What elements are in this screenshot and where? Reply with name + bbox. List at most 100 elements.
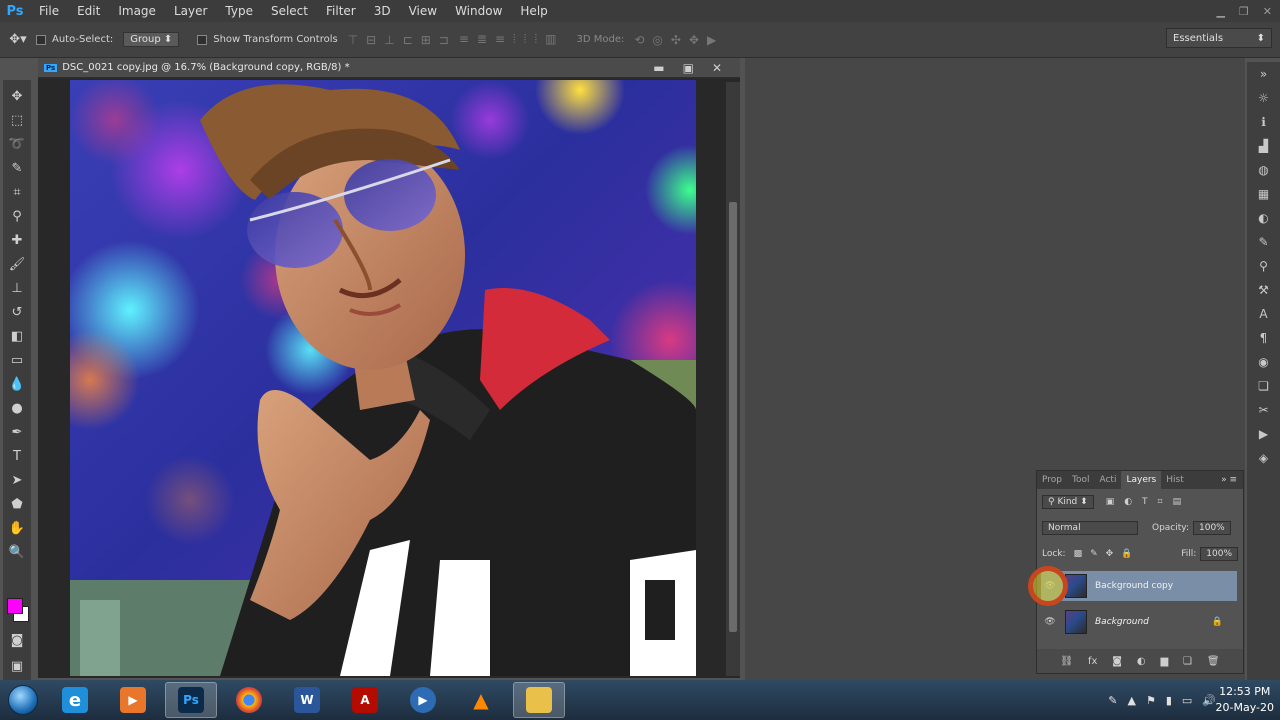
taskbar-internet-explorer[interactable]: e <box>49 682 101 718</box>
tab-tool-presets[interactable]: Tool <box>1067 471 1094 489</box>
taskbar-wmp[interactable]: ▶ <box>397 682 449 718</box>
taskbar-acrobat[interactable]: A <box>339 682 391 718</box>
marquee-tool-icon[interactable]: ⬚ <box>5 108 29 132</box>
battery-icon[interactable]: ▭ <box>1182 694 1192 707</box>
3d-roll-icon[interactable]: ◎ <box>652 33 662 47</box>
scrollbar-thumb[interactable] <box>729 202 737 632</box>
type-tool-icon[interactable]: T <box>5 444 29 468</box>
brush-presets-icon[interactable]: ✎ <box>1253 230 1275 254</box>
auto-align-icon[interactable]: ▥ <box>545 32 556 47</box>
pen-input-icon[interactable]: ✎ <box>1108 694 1117 707</box>
blur-tool-icon[interactable]: 💧 <box>5 372 29 396</box>
menu-layer[interactable]: Layer <box>165 0 216 22</box>
character-icon[interactable]: A <box>1253 302 1275 326</box>
visibility-eye-icon[interactable]: 👁 <box>1041 617 1059 627</box>
align-bottom-icon[interactable]: ⊥ <box>384 33 394 47</box>
move-tool-icon[interactable]: ✥▾ <box>0 32 36 47</box>
paths-icon[interactable]: ✂ <box>1253 398 1275 422</box>
layers-icon[interactable]: ◈ <box>1253 446 1275 470</box>
layer-mask-icon[interactable]: ◙ <box>1112 656 1122 667</box>
taskbar-explorer[interactable] <box>513 682 565 718</box>
hand-tool-icon[interactable]: ✋ <box>5 516 29 540</box>
doc-close-icon[interactable]: ✕ <box>712 61 722 75</box>
align-top-icon[interactable]: ⊤ <box>348 33 358 47</box>
distribute-top-icon[interactable]: ≡ <box>459 32 469 47</box>
info-icon[interactable]: ℹ <box>1253 110 1275 134</box>
styles-icon[interactable]: ◐ <box>1253 206 1275 230</box>
shape-tool-icon[interactable]: ⬟ <box>5 492 29 516</box>
menu-type[interactable]: Type <box>216 0 262 22</box>
adjustment-layer-icon[interactable]: ◐ <box>1137 656 1146 667</box>
start-button[interactable] <box>0 680 46 720</box>
vertical-scrollbar[interactable] <box>726 82 740 676</box>
blend-mode-dropdown[interactable]: Normal <box>1042 521 1138 535</box>
panel-menu-icon[interactable]: » ≡ <box>1221 475 1243 485</box>
menu-filter[interactable]: Filter <box>317 0 365 22</box>
layer-comps-icon[interactable]: ❏ <box>1253 374 1275 398</box>
show-transform-toggle[interactable]: Show Transform Controls <box>197 34 338 45</box>
distribute-vcenter-icon[interactable]: ≣ <box>477 32 487 47</box>
restore-icon[interactable]: ❐ <box>1239 5 1249 18</box>
zoom-tool-icon[interactable]: 🔍 <box>5 540 29 564</box>
menu-select[interactable]: Select <box>262 0 317 22</box>
brush-tool-icon[interactable]: 🖌 <box>5 252 29 276</box>
color-icon[interactable]: ◍ <box>1253 158 1275 182</box>
3d-rotate-icon[interactable]: ⟲ <box>634 33 644 47</box>
menu-file[interactable]: File <box>30 0 68 22</box>
align-vcenter-icon[interactable]: ⊟ <box>366 33 376 47</box>
new-group-icon[interactable]: ▆ <box>1160 656 1168 667</box>
distribute-bottom-icon[interactable]: ≡ <box>495 32 505 47</box>
clone-source-icon[interactable]: ⚲ <box>1253 254 1275 278</box>
menu-3d[interactable]: 3D <box>365 0 400 22</box>
3d-scale-icon[interactable]: ▶ <box>707 33 716 47</box>
tab-history[interactable]: Hist <box>1161 471 1189 489</box>
taskbar-word[interactable]: W <box>281 682 333 718</box>
tray-expand-icon[interactable]: ▲ <box>1127 694 1135 707</box>
distribute-right-icon[interactable]: ⦙ <box>534 32 537 47</box>
menu-view[interactable]: View <box>400 0 446 22</box>
crop-tool-icon[interactable]: ⌗ <box>5 180 29 204</box>
eyedropper-tool-icon[interactable]: ⚲ <box>5 204 29 228</box>
align-left-icon[interactable]: ⊏ <box>403 33 413 47</box>
show-transform-checkbox[interactable] <box>197 34 208 45</box>
new-layer-icon[interactable]: ❏ <box>1183 656 1192 667</box>
dodge-tool-icon[interactable]: ● <box>5 396 29 420</box>
taskbar-chrome[interactable] <box>223 682 275 718</box>
distribute-left-icon[interactable]: ⦙ <box>513 32 516 47</box>
distribute-hcenter-icon[interactable]: ⦙ <box>524 32 527 47</box>
menu-image[interactable]: Image <box>109 0 165 22</box>
gradient-tool-icon[interactable]: ▭ <box>5 348 29 372</box>
volume-icon[interactable]: 🔊 <box>1202 694 1216 707</box>
path-select-tool-icon[interactable]: ➤ <box>5 468 29 492</box>
network-icon[interactable]: ▮ <box>1166 694 1172 707</box>
adjustments-icon[interactable]: ☼ <box>1253 86 1275 110</box>
doc-minimize-icon[interactable]: ▬ <box>653 61 664 75</box>
menu-help[interactable]: Help <box>511 0 556 22</box>
history-brush-tool-icon[interactable]: ↺ <box>5 300 29 324</box>
kind-filter-dropdown[interactable]: ⚲ Kind ⬍ <box>1042 495 1094 509</box>
align-hcenter-icon[interactable]: ⊞ <box>421 33 431 47</box>
quick-mask-icon[interactable]: ◙ <box>5 628 29 652</box>
delete-layer-icon[interactable]: 🗑 <box>1207 656 1220 667</box>
align-right-icon[interactable]: ⊐ <box>439 33 449 47</box>
screen-mode-icon[interactable]: ▣ <box>5 654 29 678</box>
layer-background[interactable]: 👁 Background 🔒 <box>1041 607 1237 637</box>
tool-presets-icon[interactable]: ⚒ <box>1253 278 1275 302</box>
auto-select-dropdown[interactable]: Group ⬍ <box>123 32 180 47</box>
menu-window[interactable]: Window <box>446 0 511 22</box>
clone-stamp-tool-icon[interactable]: ⊥ <box>5 276 29 300</box>
taskbar-vlc[interactable]: ▲ <box>455 682 507 718</box>
3d-slide-icon[interactable]: ✥ <box>689 33 699 47</box>
lock-icons[interactable]: ▩✎✥🔒 <box>1074 549 1141 559</box>
quick-select-tool-icon[interactable]: ✎ <box>5 156 29 180</box>
opacity-field[interactable]: 100% <box>1193 521 1231 535</box>
dock-expand-icon[interactable]: » <box>1253 62 1275 86</box>
action-center-icon[interactable]: ⚑ <box>1146 694 1156 707</box>
filter-icons[interactable]: ▣◐T⌗▤ <box>1106 497 1191 507</box>
move-tool-icon[interactable]: ✥ <box>5 84 29 108</box>
taskbar-media-player[interactable]: ▶ <box>107 682 159 718</box>
auto-select-toggle[interactable]: Auto-Select: <box>36 34 113 45</box>
link-layers-icon[interactable]: ⛓ <box>1060 656 1073 667</box>
layer-background-copy[interactable]: 👁 Background copy <box>1041 571 1237 601</box>
document-tab[interactable]: Ps DSC_0021 copy.jpg @ 16.7% (Background… <box>38 58 740 78</box>
